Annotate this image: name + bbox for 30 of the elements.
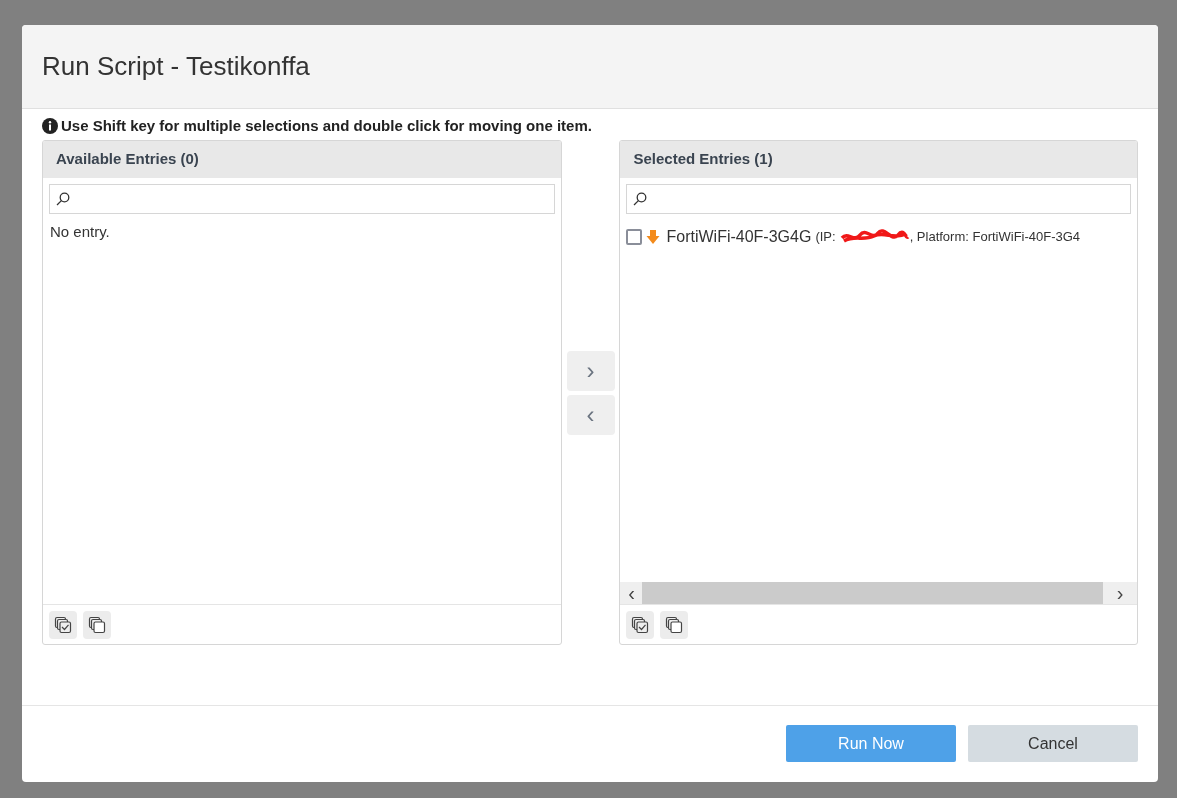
info-icon	[42, 118, 58, 134]
redaction-scribble-drawing	[839, 229, 910, 245]
scroll-left-arrow[interactable]: ‹	[620, 583, 643, 603]
empty-message: No entry.	[50, 223, 110, 240]
checkbox[interactable]	[626, 229, 643, 245]
device-detail: , Platform: FortiWiFi-40F-3G4	[909, 228, 1081, 247]
cancel-button[interactable]: Cancel	[968, 725, 1138, 762]
move-button[interactable]: ›	[566, 350, 615, 391]
search-icon	[633, 192, 648, 206]
select-all-button[interactable]	[626, 610, 655, 639]
select-all-button[interactable]	[49, 610, 77, 639]
copy-icon	[88, 615, 106, 634]
dialog-title: Run Script - Testikonffa	[42, 50, 310, 83]
select-all-icon	[54, 615, 72, 634]
hint-text: Use Shift key for multiple selections and double click for moving one item.	[61, 115, 592, 136]
device-detail: (IP:	[815, 228, 836, 247]
device-name: FortiWiFi-40F-3G4G	[666, 227, 812, 247]
horizontal-scrollbar[interactable]: ‹ ›	[620, 582, 1137, 604]
search-field[interactable]	[626, 184, 1131, 214]
scroll-right-arrow[interactable]: ›	[1103, 583, 1137, 603]
select-all-icon	[631, 615, 650, 634]
search-field[interactable]	[49, 184, 555, 214]
search-icon	[56, 192, 70, 206]
arrow-down-icon	[646, 229, 661, 245]
deselect-all-button[interactable]	[83, 610, 111, 639]
panel-header: Available Entries (0)	[43, 141, 561, 178]
deselect-all-button[interactable]	[660, 610, 689, 639]
panel-header: Selected Entries (1)	[620, 141, 1137, 178]
copy-icon	[665, 615, 684, 634]
move-button[interactable]: ‹	[566, 394, 615, 435]
